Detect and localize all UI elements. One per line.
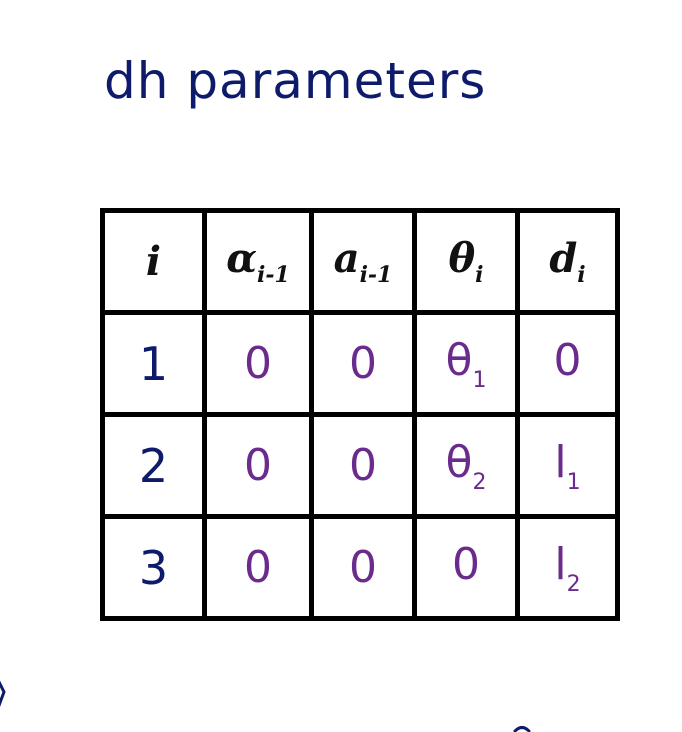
row-3-d-subscript: 2 — [566, 571, 581, 597]
row-3-d-symbol: l — [554, 538, 567, 590]
row-3-a: 0 — [309, 514, 417, 621]
header-d-subscript: i — [577, 262, 586, 288]
dh-parameters-table: i αi-1 ai-1 θi di 1 0 0 θ1 0 2 0 0 θ2 l1… — [100, 208, 620, 621]
page-title: dh parameters — [104, 52, 487, 110]
row-3-theta: 0 — [412, 514, 520, 621]
row-2-theta: θ2 — [412, 412, 520, 519]
row-2-alpha: 0 — [202, 412, 314, 519]
header-alpha: αi-1 — [202, 208, 314, 315]
row-1-theta: θ1 — [412, 310, 520, 417]
row-1-a: 0 — [309, 310, 417, 417]
header-a: ai-1 — [309, 208, 417, 315]
row-1-d-symbol: 0 — [553, 334, 582, 386]
row-1-theta-symbol: θ — [445, 334, 473, 386]
header-a-subscript: i-1 — [359, 262, 393, 288]
header-i-label: i — [145, 238, 162, 285]
row-3-alpha: 0 — [202, 514, 314, 621]
row-2-theta-symbol: θ — [445, 436, 473, 488]
header-d: di — [515, 208, 620, 315]
row-1-index: 1 — [100, 310, 207, 417]
table-row: 3 0 0 0 l2 — [100, 514, 620, 621]
header-theta: θi — [412, 208, 520, 315]
row-1-theta-subscript: 1 — [472, 367, 487, 393]
stray-ink-dot — [513, 726, 531, 732]
row-1-d: 0 — [515, 310, 620, 417]
row-2-d-subscript: 1 — [566, 469, 581, 495]
header-alpha-symbol: α — [226, 235, 257, 282]
table-header-row: i αi-1 ai-1 θi di — [100, 208, 620, 315]
header-alpha-subscript: i-1 — [256, 262, 290, 288]
row-2-a: 0 — [309, 412, 417, 519]
row-3-theta-symbol: 0 — [452, 538, 480, 590]
row-3-d: l2 — [515, 514, 620, 621]
row-2-d-symbol: l — [554, 436, 567, 488]
row-3-index: 3 — [100, 514, 207, 621]
row-2-theta-subscript: 2 — [472, 469, 487, 495]
stray-ink-mark — [0, 680, 6, 707]
row-1-alpha: 0 — [202, 310, 314, 417]
header-theta-symbol: θ — [448, 235, 476, 282]
row-2-d: l1 — [515, 412, 620, 519]
table-row: 2 0 0 θ2 l1 — [100, 412, 620, 519]
header-theta-subscript: i — [475, 262, 484, 288]
table-row: 1 0 0 θ1 0 — [100, 310, 620, 417]
header-d-symbol: d — [549, 235, 578, 282]
header-i: i — [100, 208, 207, 315]
header-a-symbol: a — [333, 235, 360, 282]
row-2-index: 2 — [100, 412, 207, 519]
